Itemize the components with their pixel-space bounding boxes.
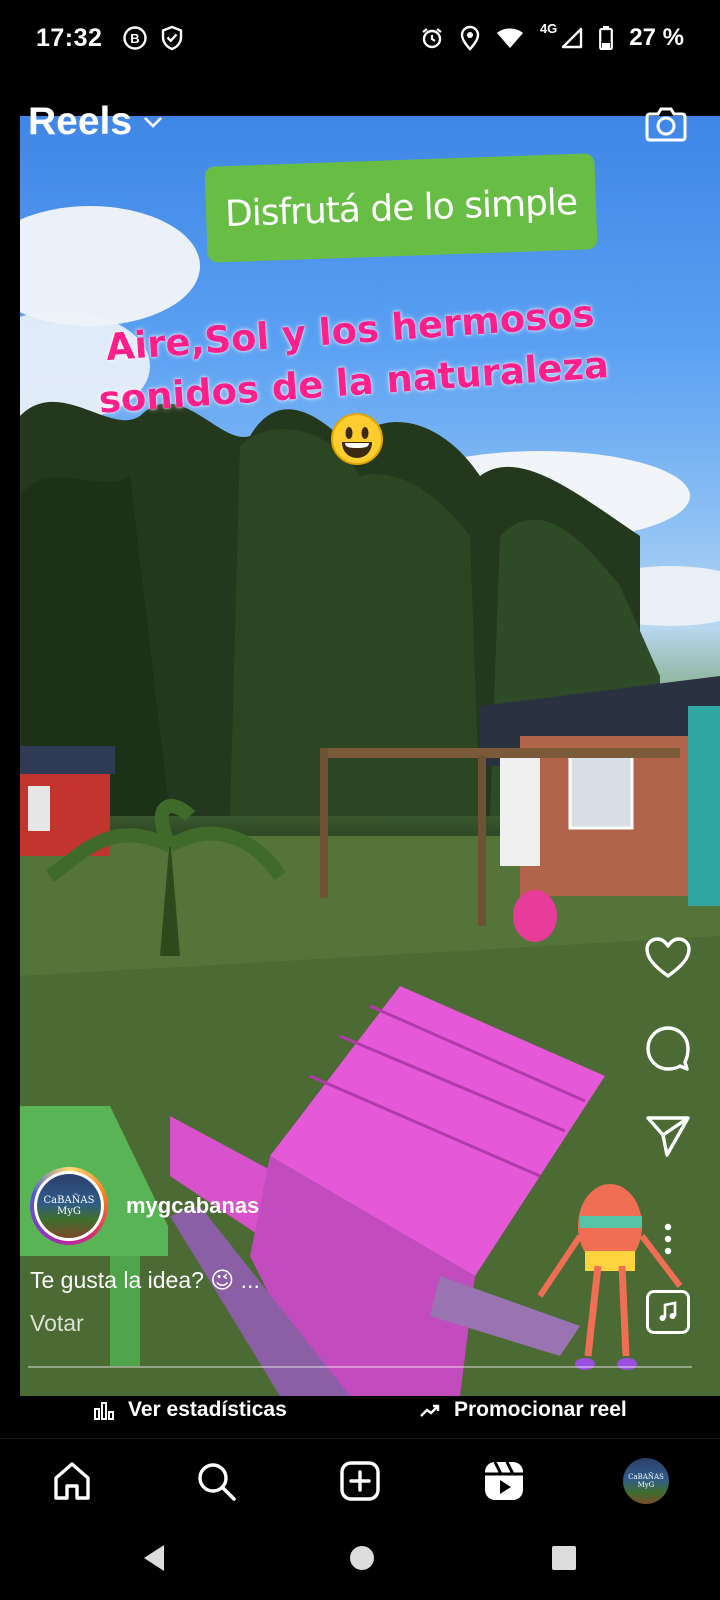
comment-button[interactable] — [640, 1020, 696, 1076]
username[interactable]: mygcabanas — [126, 1193, 259, 1219]
reels-header[interactable]: Reels — [28, 100, 164, 144]
home-button[interactable] — [348, 1542, 376, 1574]
send-icon — [646, 1116, 690, 1157]
b-badge-icon: B — [123, 26, 148, 50]
nav-create[interactable] — [336, 1457, 384, 1505]
alarm-icon — [422, 28, 442, 49]
nav-search[interactable] — [192, 1457, 240, 1505]
share-button[interactable] — [640, 1108, 696, 1164]
location-icon — [460, 25, 480, 51]
post-caption[interactable]: Te gusta la idea? 😉 ... — [30, 1267, 260, 1294]
svg-text:B: B — [131, 31, 140, 46]
post-author[interactable]: CaBAÑAS MyG mygcabanas — [30, 1167, 259, 1245]
nav-home[interactable] — [48, 1457, 96, 1505]
home-icon — [54, 1462, 90, 1500]
comment-icon — [646, 1026, 690, 1071]
trend-up-icon — [420, 1404, 440, 1417]
avatar-image: CaBAÑAS MyG — [37, 1174, 101, 1238]
smiley-emoji-icon — [331, 413, 383, 465]
recents-button[interactable] — [550, 1542, 578, 1574]
battery-percent: 27 % — [629, 24, 684, 51]
system-nav-bar — [0, 1520, 720, 1600]
reels-icon — [485, 1461, 523, 1500]
status-bar: 17:32 B 4G 27 % — [0, 0, 720, 76]
wifi-icon — [496, 28, 523, 48]
text-sticker: Disfrutá de lo simple — [204, 153, 598, 263]
profile-avatar: CaBAÑAS MyG — [623, 1458, 669, 1504]
camera-icon — [645, 107, 687, 142]
network-label: 4G — [539, 20, 558, 36]
chevron-down-icon[interactable] — [142, 115, 164, 129]
promote-reel-button[interactable]: Promocionar reel — [420, 1398, 627, 1422]
music-note-icon — [659, 1301, 677, 1321]
battery-icon — [599, 26, 614, 50]
heart-icon — [645, 937, 691, 978]
vote-label[interactable]: Votar — [30, 1310, 84, 1337]
bottom-nav: CaBAÑAS MyG — [0, 1438, 720, 1520]
sticker-text: Disfrutá de lo simple — [224, 181, 578, 235]
insights-row: Ver estadísticas Promocionar reel — [0, 1392, 720, 1428]
nav-profile[interactable]: CaBAÑAS MyG — [622, 1457, 670, 1505]
search-icon — [198, 1463, 236, 1501]
back-button[interactable] — [140, 1542, 168, 1574]
camera-button[interactable] — [642, 100, 690, 148]
audio-button[interactable] — [646, 1290, 690, 1334]
promote-reel-label: Promocionar reel — [454, 1398, 627, 1421]
view-insights-button[interactable]: Ver estadísticas — [94, 1398, 287, 1422]
view-insights-label: Ver estadísticas — [128, 1398, 287, 1421]
shield-check-icon — [162, 25, 183, 51]
video-progress-bar[interactable] — [28, 1366, 692, 1368]
create-icon — [340, 1461, 380, 1501]
status-time: 17:32 — [36, 23, 103, 52]
like-button[interactable] — [640, 930, 696, 986]
signal-icon — [562, 27, 583, 49]
avatar[interactable]: CaBAÑAS MyG — [30, 1167, 108, 1245]
bar-chart-icon — [94, 1402, 114, 1420]
more-vertical-icon[interactable] — [662, 1222, 674, 1256]
reels-title: Reels — [28, 100, 133, 143]
nav-reels[interactable] — [480, 1457, 528, 1505]
